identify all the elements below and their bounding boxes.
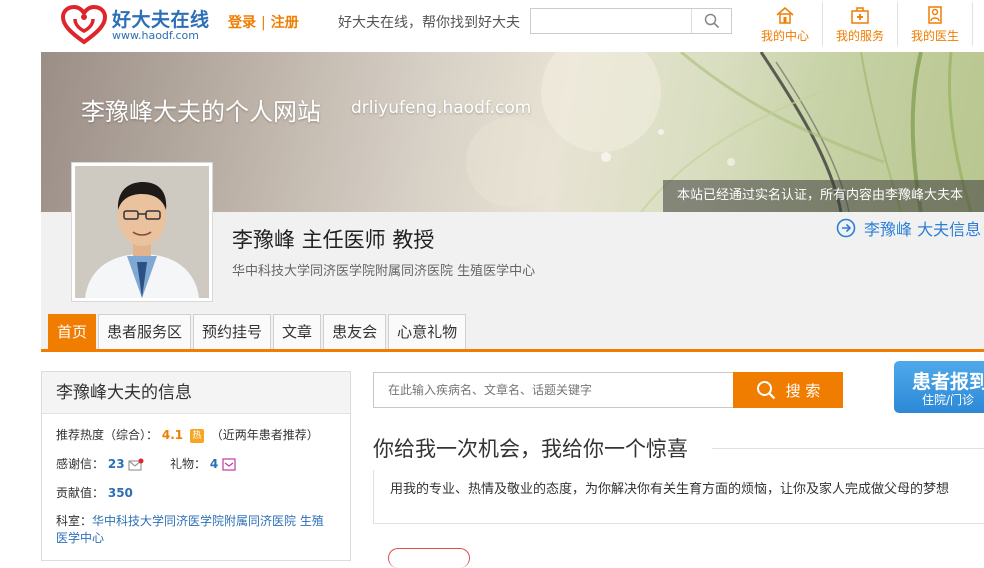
auth-separator: | <box>261 15 266 31</box>
nav-label: 我的医生 <box>910 29 959 43</box>
main-search-input[interactable] <box>374 373 733 407</box>
site-logo[interactable]: 好大夫在线 www.haodf.com <box>60 3 220 47</box>
promise-divider <box>712 448 984 449</box>
gift-value[interactable]: 4 <box>210 457 218 471</box>
doctor-info-panel: 李豫峰大夫的信息 推荐热度（综合）： 4.1 热 （近两年患者推荐） 感谢信： … <box>41 371 351 561</box>
letter-heart-icon <box>128 458 144 471</box>
doctor-info-link-label: 李豫峰 大夫信息 <box>864 220 982 239</box>
patient-report-button[interactable]: 患者报到 住院/门诊 <box>894 361 984 413</box>
report-button-subtitle: 住院/门诊 <box>922 393 975 407</box>
medical-kit-icon <box>851 7 869 24</box>
contribution-label: 贡献值： <box>56 486 105 500</box>
hot-badge: 热 <box>189 428 204 443</box>
gift-label: 礼物： <box>170 457 207 471</box>
doctor-avatar <box>71 162 213 302</box>
main-search-button-label: 搜 索 <box>785 381 821 400</box>
top-bar: 好大夫在线 www.haodf.com 登录 | 注册 好大夫在线，帮你找到好大夫 … <box>0 0 984 52</box>
recommend-row: 推荐热度（综合）： 4.1 热 （近两年患者推荐） <box>56 426 319 443</box>
thanks-label: 感谢信： <box>56 457 105 471</box>
tab-patient-service[interactable]: 患者服务区 <box>98 314 192 349</box>
dept-link-line2[interactable]: 医学中心 <box>56 531 104 545</box>
search-icon <box>756 381 775 400</box>
bottom-pill-button[interactable] <box>388 548 470 568</box>
tab-gifts[interactable]: 心意礼物 <box>388 314 467 349</box>
doctor-icon <box>928 6 942 24</box>
contribution-row: 贡献值： 350 <box>56 484 133 501</box>
logo-text: 好大夫在线 <box>112 9 210 31</box>
site-title: 李豫峰大夫的个人网站 <box>81 98 321 126</box>
doctor-info-link[interactable]: 李豫峰 大夫信息 <box>836 216 981 240</box>
doctor-portrait-icon <box>75 166 209 298</box>
recommend-value: 4.1 <box>161 428 184 442</box>
main-search-box <box>373 372 733 408</box>
doctor-name-title: 李豫峰 主任医师 教授 <box>232 228 435 252</box>
nav-label: 我的中心 <box>760 29 809 43</box>
thanks-gift-row: 感谢信： 23 礼物： 4 <box>56 455 236 472</box>
arrow-circle-right-icon <box>836 218 856 238</box>
info-panel-heading: 李豫峰大夫的信息 <box>42 372 350 414</box>
doctor-photo <box>75 166 209 298</box>
user-nav: 我的中心 我的服务 我的医生 <box>748 2 973 46</box>
top-search <box>530 8 732 34</box>
recommend-note: （近两年患者推荐） <box>210 428 319 442</box>
contribution-value: 350 <box>107 486 133 500</box>
doctor-hospital[interactable]: 华中科技大学同济医学院附属同济医院 生殖医学中心 <box>232 260 535 279</box>
search-icon <box>704 13 719 29</box>
promise-body: 用我的专业、热情及敬业的态度，为你解决你有关生育方面的烦恼，让你及家人完成做父母… <box>373 470 984 524</box>
recommend-label: 推荐热度（综合）： <box>56 428 159 442</box>
dept-label: 科室： <box>56 514 93 528</box>
home-icon <box>776 7 794 24</box>
site-url[interactable]: drliyufeng.haodf.com <box>351 98 531 118</box>
nav-my-center[interactable]: 我的中心 <box>748 2 823 46</box>
tab-home[interactable]: 首页 <box>48 314 97 349</box>
site-slogan: 好大夫在线，帮你找到好大夫 <box>338 15 520 31</box>
main-search: 搜 索 <box>373 372 843 408</box>
login-link[interactable]: 登录 <box>228 15 256 31</box>
top-search-input[interactable] <box>531 9 691 33</box>
heart-logo-icon <box>60 5 108 45</box>
main-search-button[interactable]: 搜 索 <box>733 372 843 408</box>
gift-box-icon <box>222 458 236 471</box>
auth-links: 登录 | 注册 <box>228 12 299 32</box>
logo-url: www.haodf.com <box>112 29 199 42</box>
nav-my-doctors[interactable]: 我的医生 <box>898 2 973 46</box>
nav-label: 我的服务 <box>835 29 884 43</box>
dept-link-line1[interactable]: 华中科技大学同济医学院附属同济医院 生殖 <box>92 514 324 528</box>
thanks-value[interactable]: 23 <box>108 457 125 471</box>
nav-my-services[interactable]: 我的服务 <box>823 2 898 46</box>
top-search-button[interactable] <box>691 9 731 33</box>
department-row: 科室：华中科技大学同济医学院附属同济医院 生殖 医学中心 <box>56 513 341 547</box>
tab-patient-club[interactable]: 患友会 <box>323 314 387 349</box>
tab-underline <box>41 349 984 352</box>
tab-appointment[interactable]: 预约挂号 <box>193 314 272 349</box>
report-button-title: 患者报到 <box>912 371 984 393</box>
tab-articles[interactable]: 文章 <box>273 314 322 349</box>
main-tabs: 首页 患者服务区 预约挂号 文章 患友会 心意礼物 <box>48 314 468 349</box>
register-link[interactable]: 注册 <box>271 15 299 31</box>
promise-title: 你给我一次机会，我给你一个惊喜 <box>373 437 688 461</box>
verification-notice: 本站已经通过实名认证，所有内容由李豫峰大夫本 <box>663 180 984 212</box>
